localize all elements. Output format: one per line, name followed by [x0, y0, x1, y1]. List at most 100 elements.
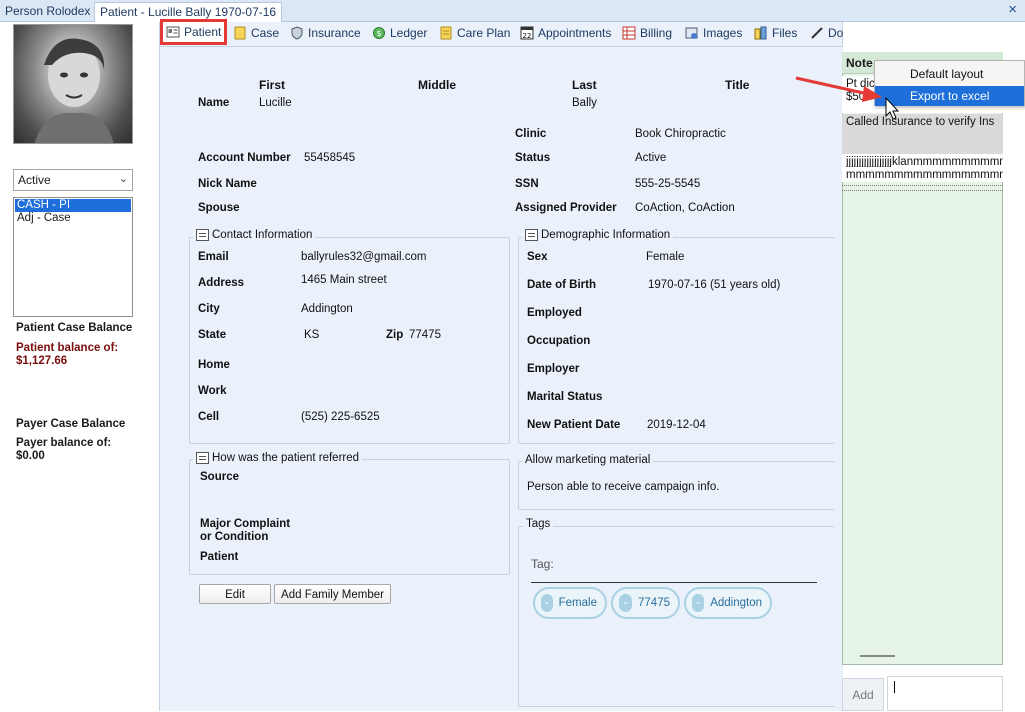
first-name-value: Lucille: [259, 97, 292, 109]
name-title-header: Title: [725, 78, 750, 92]
close-icon[interactable]: ×: [1008, 1, 1017, 18]
grid-resize-handle[interactable]: [860, 655, 895, 657]
referral-title: How was the patient referred: [193, 452, 363, 464]
tag-chip[interactable]: - 77475: [611, 587, 680, 619]
employed-label: Employed: [527, 307, 582, 319]
toolbar-care-plan-button[interactable]: Care Plan: [439, 22, 510, 44]
status-label: Status: [515, 152, 551, 164]
remove-tag-icon[interactable]: -: [692, 594, 705, 612]
note-row[interactable]: Called Insurance to verify Ins: [842, 114, 1003, 154]
patient-portrait-icon: [34, 38, 114, 143]
home-phone-label: Home: [198, 359, 230, 371]
clinic-label: Clinic: [515, 128, 547, 140]
email-label: Email: [198, 251, 229, 263]
referral-card-icon: [196, 452, 209, 464]
add-note-button[interactable]: Add: [842, 678, 884, 711]
payer-case-balance-title: Payer Case Balance: [16, 418, 126, 430]
payer-balance-value: $0.00: [16, 450, 45, 462]
name-first-header: First: [259, 78, 286, 92]
text-caret: [894, 681, 895, 693]
contact-information-title-text: Contact Information: [212, 229, 313, 241]
money-icon: $: [373, 27, 385, 39]
employer-label: Employer: [527, 363, 580, 375]
case-list-item[interactable]: CASH - PI: [15, 199, 131, 212]
ssn-value: 555-25-5545: [635, 178, 701, 190]
occupation-label: Occupation: [527, 335, 591, 347]
spouse-label: Spouse: [198, 202, 240, 214]
tag-input-label: Tag:: [531, 557, 554, 571]
tags-title: Tags: [523, 518, 554, 530]
new-patient-date-value: 2019-12-04: [647, 419, 706, 431]
patient-photo: [13, 24, 133, 144]
remove-tag-icon[interactable]: -: [541, 594, 553, 612]
demographic-card-icon: [525, 229, 538, 241]
patient-balance-value: $1,127.66: [16, 355, 68, 367]
payer-balance-label: Payer balance of:: [16, 437, 112, 449]
major-complaint-label: Major Complaint: [200, 518, 291, 530]
toolbar-insurance-label: Insurance: [308, 26, 361, 40]
cell-phone-value: (525) 225-6525: [301, 411, 380, 423]
notepad-icon: [440, 26, 452, 40]
toolbar-patient-button[interactable]: Patient: [160, 19, 228, 45]
toolbar-images-button[interactable]: Images: [685, 22, 742, 44]
toolbar-patient-label: Patient: [184, 25, 222, 39]
sex-label: Sex: [527, 251, 548, 263]
patient-card-icon: [166, 26, 180, 38]
email-value: ballyrules32@gmail.com: [301, 251, 427, 263]
assigned-provider-value: CoAction, CoAction: [635, 202, 735, 214]
marketing-text: Person able to receive campaign info.: [527, 481, 720, 493]
add-family-member-button[interactable]: Add Family Member: [274, 584, 391, 604]
svg-text:$: $: [376, 29, 381, 38]
tag-chip-label: Addington: [710, 597, 762, 609]
tag-input-underline[interactable]: [531, 582, 817, 583]
toolbar-files-label: Files: [772, 26, 798, 40]
folder-icon: [234, 26, 246, 40]
note-row-divider: [842, 185, 1003, 186]
tag-chip[interactable]: - Addington: [684, 587, 772, 619]
marital-status-label: Marital Status: [527, 391, 603, 403]
date-of-birth-label: Date of Birth: [527, 279, 596, 291]
edit-button[interactable]: Edit: [199, 584, 271, 604]
or-condition-label: or Condition: [200, 531, 269, 543]
toolbar-ledger-button[interactable]: $ Ledger: [372, 22, 427, 44]
work-phone-label: Work: [198, 385, 227, 397]
toolbar-insurance-button[interactable]: Insurance: [290, 22, 361, 44]
account-number-value: 55458545: [304, 152, 356, 164]
svg-text:22: 22: [523, 32, 532, 40]
toolbar-appointments-button[interactable]: 22 Appointments: [520, 22, 611, 44]
toolbar-case-button[interactable]: Case: [233, 22, 279, 44]
case-list[interactable]: CASH - PI Adj - Case: [13, 197, 133, 317]
toolbar-files-button[interactable]: Files: [754, 22, 797, 44]
assigned-provider-label: Assigned Provider: [515, 202, 617, 214]
toolbar-appointments-label: Appointments: [538, 26, 612, 40]
cell-phone-label: Cell: [198, 411, 220, 423]
ssn-label: SSN: [515, 178, 539, 190]
chevron-down-icon: ⌄: [118, 173, 128, 185]
toolbar-ledger-label: Ledger: [390, 26, 428, 40]
name-label: Name: [198, 97, 230, 109]
new-patient-date-label: New Patient Date: [527, 419, 621, 431]
name-middle-header: Middle: [418, 78, 456, 92]
nick-name-label: Nick Name: [198, 178, 257, 190]
contact-information-title: Contact Information: [193, 229, 316, 241]
tag-chip-label: 77475: [638, 597, 670, 609]
files-icon: [754, 26, 767, 40]
remove-tag-icon[interactable]: -: [619, 594, 633, 612]
images-icon: [685, 27, 698, 39]
address-value: 1465 Main street: [301, 274, 387, 286]
tag-chip[interactable]: - Female: [533, 587, 607, 619]
tab-person-rolodex[interactable]: Person Rolodex: [0, 2, 95, 22]
toolbar-billing-button[interactable]: Billing: [622, 22, 672, 44]
note-row-continuation[interactable]: mmmmmmmmmmmmmmmmmmmmmmm;: [842, 167, 1003, 182]
demographic-information-title-text: Demographic Information: [541, 229, 671, 241]
case-list-item[interactable]: Adj - Case: [15, 212, 131, 225]
patient-balance-label: Patient balance of:: [16, 342, 119, 354]
note-row-divider: [842, 190, 1003, 191]
zip-value: 77475: [409, 329, 441, 341]
note-input[interactable]: [887, 676, 1003, 711]
annotation-arrow-icon: [795, 76, 900, 120]
patient-status-dropdown[interactable]: Active ⌄: [13, 169, 133, 191]
source-label: Source: [200, 471, 239, 483]
mouse-pointer-icon: [885, 96, 900, 120]
referral-patient-label: Patient: [200, 551, 239, 563]
